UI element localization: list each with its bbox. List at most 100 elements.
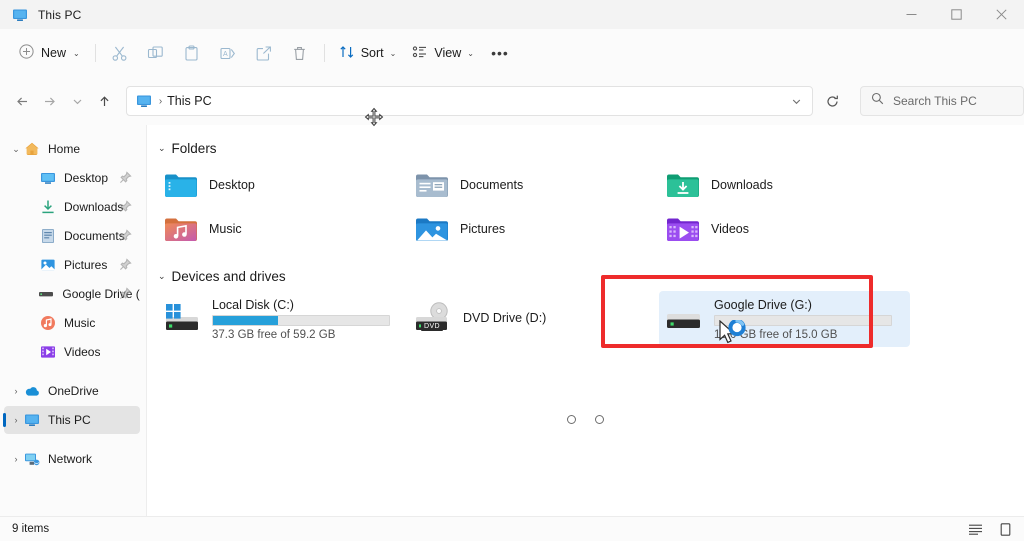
folder-tile[interactable]: Videos bbox=[659, 207, 910, 251]
videos-icon bbox=[40, 344, 56, 360]
close-button[interactable] bbox=[979, 0, 1024, 29]
folder-pictures-icon bbox=[414, 211, 450, 247]
twisty-placeholder bbox=[24, 318, 40, 328]
up-button[interactable] bbox=[91, 86, 118, 116]
nav-group-spacer bbox=[0, 367, 146, 377]
twisty-placeholder bbox=[24, 289, 38, 299]
status-bar: 9 items bbox=[0, 516, 1024, 541]
share-button[interactable] bbox=[246, 38, 282, 68]
chevron-right-icon[interactable]: › bbox=[8, 454, 24, 464]
more-options-button[interactable]: ••• bbox=[482, 38, 518, 68]
folders-group-header[interactable]: ⌄ Folders bbox=[155, 137, 305, 159]
large-icons-view-icon[interactable] bbox=[996, 520, 1014, 538]
search-input[interactable] bbox=[893, 94, 1023, 108]
sidebar-item-music[interactable]: Music bbox=[4, 309, 140, 337]
delete-button[interactable] bbox=[282, 38, 318, 68]
search-icon bbox=[871, 92, 884, 110]
maximize-button[interactable] bbox=[934, 0, 979, 29]
rename-button[interactable]: A bbox=[210, 38, 246, 68]
cut-button[interactable] bbox=[102, 38, 138, 68]
drive-name: Local Disk (C:) bbox=[212, 297, 294, 312]
drive-name: DVD Drive (D:) bbox=[463, 310, 547, 325]
drive-info: DVD Drive (D:) bbox=[463, 311, 643, 328]
sort-button[interactable]: Sort ⌄ bbox=[331, 38, 405, 68]
folder-label: Music bbox=[209, 222, 242, 236]
sidebar-item-onedrive[interactable]: › OneDrive bbox=[4, 377, 140, 405]
devices-group-header[interactable]: ⌄ Devices and drives bbox=[155, 265, 345, 287]
pagination-dot[interactable] bbox=[567, 415, 576, 424]
sidebar-item-google-drive-c[interactable]: Google Drive (C bbox=[4, 280, 140, 308]
folder-tile[interactable]: Pictures bbox=[408, 207, 659, 251]
pin-icon[interactable] bbox=[119, 287, 132, 305]
folder-downloads-icon bbox=[665, 167, 701, 203]
sidebar-item-pictures[interactable]: Pictures bbox=[4, 251, 140, 279]
drive-tile[interactable]: DVD DVD Drive (D:) bbox=[408, 291, 659, 347]
pin-icon[interactable] bbox=[119, 200, 132, 218]
svg-text:A: A bbox=[223, 51, 228, 58]
drive-icon bbox=[38, 286, 54, 302]
forward-button[interactable] bbox=[36, 86, 63, 116]
folder-tile[interactable]: Desktop bbox=[157, 163, 408, 207]
drive-tile[interactable]: Local Disk (C:) 37.3 GB free of 59.2 GB bbox=[157, 291, 408, 347]
folder-tile[interactable]: Downloads bbox=[659, 163, 910, 207]
sidebar-item-label: Desktop bbox=[64, 171, 109, 185]
capacity-bar bbox=[212, 314, 390, 326]
chevron-down-icon: ⌄ bbox=[467, 48, 474, 58]
folder-label: Desktop bbox=[209, 178, 255, 192]
toolbar-divider-1 bbox=[94, 44, 96, 62]
sidebar-item-label: Home bbox=[48, 142, 81, 156]
pin-icon[interactable] bbox=[119, 171, 132, 189]
pin-icon[interactable] bbox=[119, 258, 132, 276]
folder-tile[interactable]: Documents bbox=[408, 163, 659, 207]
sidebar-item-documents[interactable]: Documents bbox=[4, 222, 140, 250]
sidebar-item-videos[interactable]: Videos bbox=[4, 338, 140, 366]
sidebar-item-home[interactable]: ⌄ Home bbox=[4, 135, 140, 163]
sidebar-item-label: Network bbox=[48, 452, 93, 466]
folder-tile[interactable]: Music bbox=[157, 207, 408, 251]
twisty-placeholder bbox=[24, 260, 40, 270]
copy-button[interactable] bbox=[138, 38, 174, 68]
sidebar-item-label: This PC bbox=[48, 413, 91, 427]
chevron-right-icon[interactable]: › bbox=[8, 415, 24, 425]
folder-label: Pictures bbox=[460, 222, 506, 236]
pin-icon[interactable] bbox=[119, 229, 132, 247]
drive-tile[interactable]: Google Drive (G:) 15.0 GB free of 15.0 GB bbox=[659, 291, 910, 347]
folder-label: Documents bbox=[460, 178, 524, 192]
pagination-dots bbox=[147, 415, 1024, 424]
group-title: Devices and drives bbox=[171, 268, 286, 284]
ellipsis-icon: ••• bbox=[491, 45, 509, 61]
item-count-label: 9 items bbox=[12, 523, 50, 535]
title-bar: This PC bbox=[0, 0, 1024, 29]
breadcrumb[interactable]: This PC bbox=[167, 94, 211, 108]
sidebar-item-downloads[interactable]: Downloads bbox=[4, 193, 140, 221]
hdd-generic-icon bbox=[665, 300, 705, 338]
view-button[interactable]: View ⌄ bbox=[404, 38, 482, 68]
folder-documents-icon bbox=[414, 167, 450, 203]
capacity-bar bbox=[714, 314, 892, 326]
chevron-right-icon[interactable]: › bbox=[8, 386, 24, 396]
details-view-icon[interactable] bbox=[966, 520, 984, 538]
command-bar: New ⌄ A Sort ⌄ View ⌄ ••• bbox=[0, 29, 1024, 77]
breadcrumb-separator: › bbox=[158, 95, 163, 107]
paste-button[interactable] bbox=[174, 38, 210, 68]
plus-circle-icon bbox=[19, 44, 34, 62]
refresh-button[interactable] bbox=[819, 86, 846, 116]
drives-grid: Local Disk (C:) 37.3 GB free of 59.2 GB DV… bbox=[157, 291, 1024, 347]
minimize-button[interactable] bbox=[889, 0, 934, 29]
drive-free-space: 15.0 GB free of 15.0 GB bbox=[714, 328, 838, 341]
search-box[interactable] bbox=[860, 86, 1024, 116]
sidebar-item-network[interactable]: › Network bbox=[4, 445, 140, 473]
pagination-dot[interactable] bbox=[595, 415, 604, 424]
recent-locations-button[interactable] bbox=[63, 86, 90, 116]
group-title: Folders bbox=[171, 140, 217, 156]
chevron-down-icon: ⌄ bbox=[389, 48, 397, 58]
address-dropdown-button[interactable] bbox=[784, 88, 810, 114]
address-bar[interactable]: › This PC bbox=[125, 86, 813, 116]
sidebar-item-this-pc[interactable]: › This PC bbox=[3, 406, 140, 434]
sidebar-item-label: OneDrive bbox=[48, 384, 99, 398]
sidebar-item-desktop[interactable]: Desktop bbox=[4, 164, 140, 192]
chevron-down-icon[interactable]: ⌄ bbox=[8, 144, 24, 155]
back-button[interactable] bbox=[9, 86, 36, 116]
new-button[interactable]: New ⌄ bbox=[12, 38, 89, 68]
drive-free-space: 37.3 GB free of 59.2 GB bbox=[212, 328, 336, 341]
